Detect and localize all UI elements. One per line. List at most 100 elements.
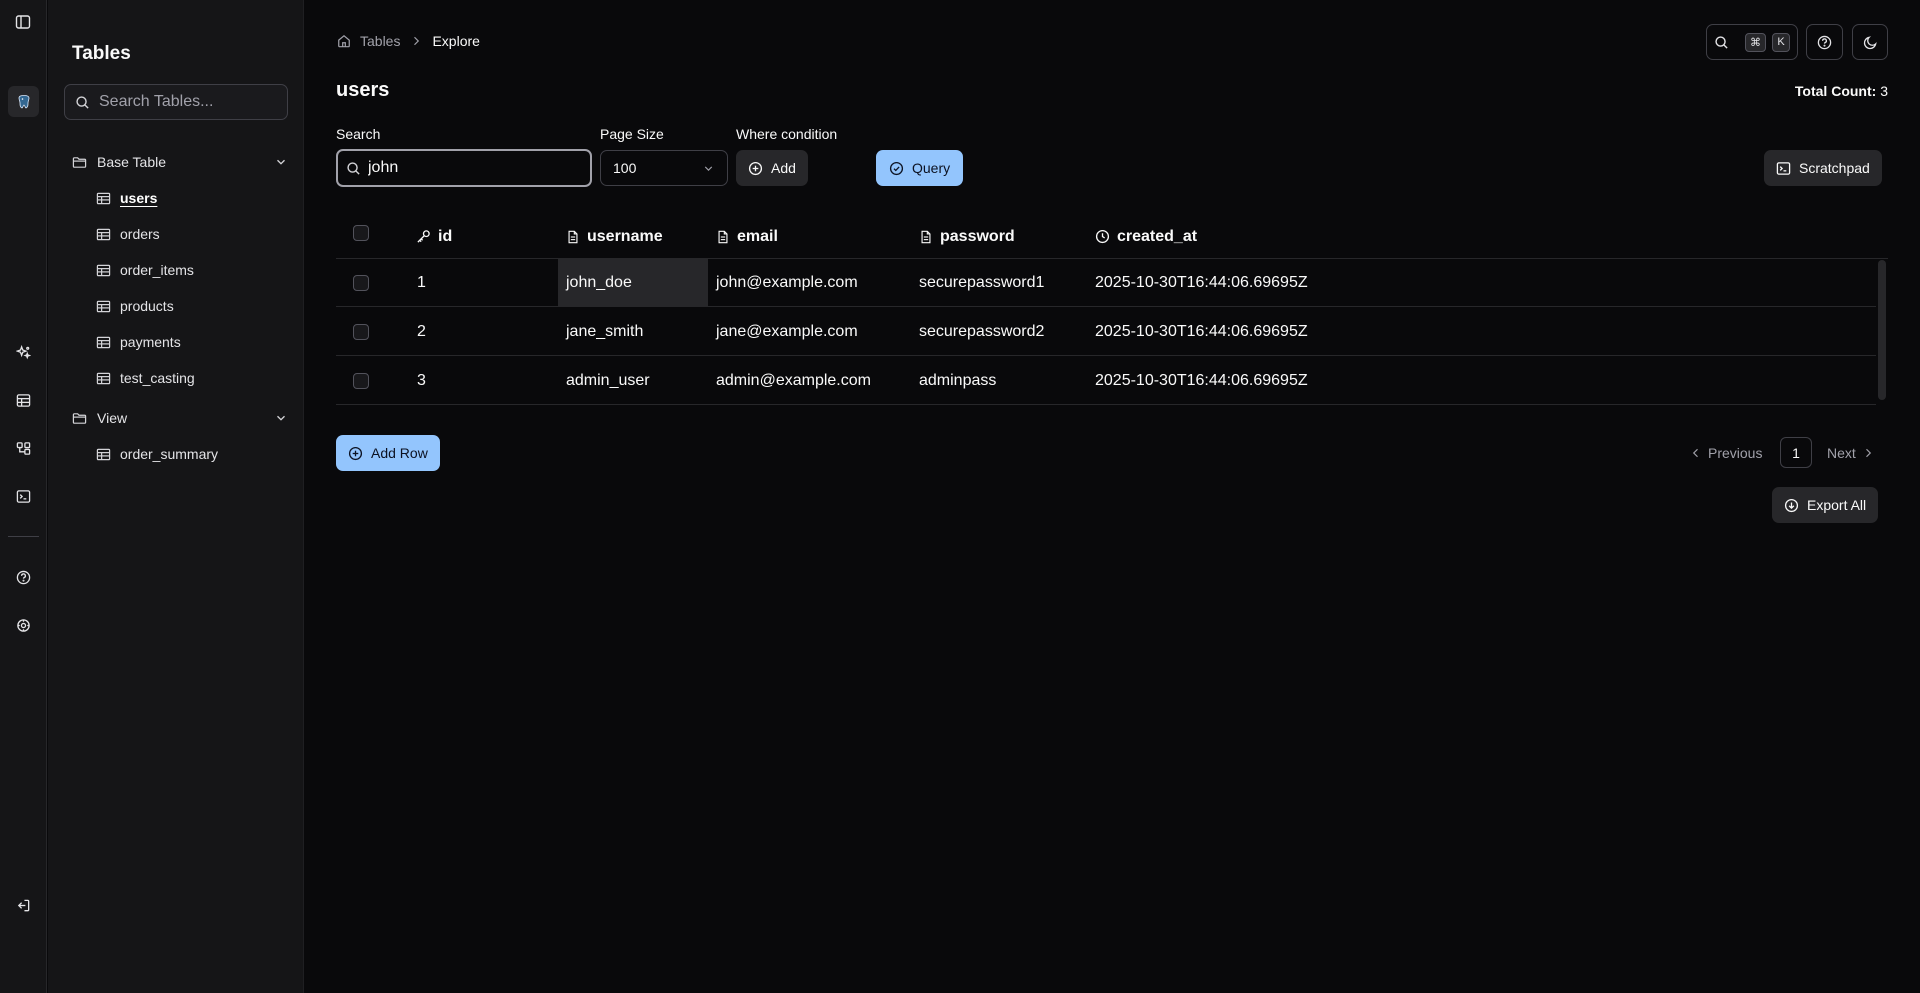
schema-icon[interactable] bbox=[12, 437, 34, 459]
breadcrumb-tables[interactable]: Tables bbox=[360, 33, 400, 49]
next-page-button[interactable]: Next bbox=[1827, 437, 1874, 469]
database-icon[interactable] bbox=[8, 86, 39, 117]
table-header: id username email password created_at bbox=[336, 214, 1888, 259]
cell-password[interactable]: adminpass bbox=[919, 357, 996, 405]
column-header-created-at[interactable]: created_at bbox=[1095, 214, 1197, 259]
sidebar-item-products[interactable]: products bbox=[96, 294, 174, 318]
column-header-password[interactable]: password bbox=[919, 214, 1015, 259]
scratchpad-button[interactable]: Scratchpad bbox=[1764, 150, 1882, 186]
help-icon[interactable] bbox=[12, 566, 34, 588]
sidebar-item-label: payments bbox=[120, 334, 181, 350]
home-icon[interactable] bbox=[337, 34, 351, 48]
kbd-k: K bbox=[1772, 32, 1790, 52]
column-header-label: id bbox=[438, 227, 453, 245]
cell-email[interactable]: john@example.com bbox=[716, 259, 858, 307]
group-base-table[interactable]: Base Table bbox=[72, 150, 288, 174]
sidebar-item-test-casting[interactable]: test_casting bbox=[96, 366, 195, 390]
icon-rail bbox=[0, 0, 47, 993]
column-header-email[interactable]: email bbox=[716, 214, 778, 259]
add-row-button[interactable]: Add Row bbox=[336, 435, 440, 471]
plus-circle-icon bbox=[748, 161, 763, 176]
table-row[interactable]: 2 jane_smith jane@example.com securepass… bbox=[336, 308, 1876, 356]
sidebar-item-order-items[interactable]: order_items bbox=[96, 258, 194, 282]
help-icon bbox=[1817, 35, 1832, 50]
text-file-icon bbox=[716, 230, 730, 244]
cell-password[interactable]: securepassword1 bbox=[919, 259, 1044, 307]
chevron-right-icon bbox=[410, 35, 422, 47]
add-condition-label: Add bbox=[771, 160, 796, 176]
cell-username[interactable]: admin_user bbox=[566, 357, 650, 405]
folder-icon bbox=[72, 411, 87, 426]
group-view[interactable]: View bbox=[72, 406, 288, 430]
cell-username[interactable]: jane_smith bbox=[566, 308, 643, 356]
column-header-id[interactable]: id bbox=[416, 214, 452, 259]
check-circle-icon bbox=[889, 161, 904, 176]
table-icon bbox=[96, 447, 111, 462]
total-count: Total Count: 3 bbox=[1795, 83, 1888, 99]
select-all-checkbox[interactable] bbox=[353, 225, 369, 241]
cell-password[interactable]: securepassword2 bbox=[919, 308, 1044, 356]
kbd-cmd: ⌘ bbox=[1745, 32, 1766, 52]
chevron-down-icon[interactable] bbox=[274, 155, 288, 169]
add-row-label: Add Row bbox=[371, 445, 428, 461]
help-button[interactable] bbox=[1806, 24, 1843, 60]
row-checkbox[interactable] bbox=[353, 275, 369, 291]
cell-created-at[interactable]: 2025-10-30T16:44:06.69695Z bbox=[1095, 308, 1308, 356]
cell-created-at[interactable]: 2025-10-30T16:44:06.69695Z bbox=[1095, 357, 1308, 405]
table-icon bbox=[96, 191, 111, 206]
cell-email[interactable]: admin@example.com bbox=[716, 357, 871, 405]
row-search-input[interactable] bbox=[368, 159, 568, 177]
folder-icon bbox=[72, 155, 87, 170]
cell-id[interactable]: 1 bbox=[417, 259, 426, 307]
page-title: users bbox=[336, 79, 390, 101]
terminal-icon[interactable] bbox=[12, 485, 34, 507]
sidebar-item-order-summary[interactable]: order_summary bbox=[96, 442, 218, 466]
breadcrumb-explore: Explore bbox=[432, 33, 480, 49]
total-count-value: 3 bbox=[1880, 83, 1888, 99]
logout-icon[interactable] bbox=[12, 894, 34, 916]
column-header-label: password bbox=[940, 227, 1015, 245]
search-icon bbox=[346, 161, 361, 176]
row-search-field[interactable] bbox=[336, 149, 592, 187]
table-icon[interactable] bbox=[12, 389, 34, 411]
table-row[interactable]: 3 admin_user admin@example.com adminpass… bbox=[336, 357, 1876, 405]
group-label: Base Table bbox=[97, 154, 167, 170]
table-scrollbar[interactable] bbox=[1878, 260, 1886, 400]
chevron-down-icon[interactable] bbox=[274, 411, 288, 425]
sidebar-item-payments[interactable]: payments bbox=[96, 330, 181, 354]
export-all-button[interactable]: Export All bbox=[1772, 487, 1879, 523]
cell-id[interactable]: 3 bbox=[417, 357, 426, 405]
cell-created-at[interactable]: 2025-10-30T16:44:06.69695Z bbox=[1095, 259, 1308, 307]
chevron-left-icon bbox=[1690, 447, 1702, 459]
row-checkbox[interactable] bbox=[353, 324, 369, 340]
cell-id[interactable]: 2 bbox=[417, 308, 426, 356]
cell-username[interactable]: john_doe bbox=[558, 259, 708, 307]
table-icon bbox=[96, 335, 111, 350]
table-search-input[interactable] bbox=[99, 93, 279, 111]
chevron-down-icon bbox=[702, 162, 715, 175]
previous-page-button[interactable]: Previous bbox=[1690, 437, 1762, 469]
command-search-button[interactable]: ⌘ K bbox=[1706, 24, 1798, 60]
theme-toggle-button[interactable] bbox=[1852, 24, 1888, 60]
current-page[interactable]: 1 bbox=[1780, 437, 1812, 468]
column-header-username[interactable]: username bbox=[566, 214, 663, 259]
settings-icon[interactable] bbox=[12, 614, 34, 636]
query-button[interactable]: Query bbox=[876, 150, 964, 186]
page-size-label: Page Size bbox=[600, 126, 664, 142]
ai-sparkle-icon[interactable] bbox=[12, 341, 34, 363]
table-search-field[interactable] bbox=[64, 84, 288, 120]
sidebar-item-orders[interactable]: orders bbox=[96, 222, 160, 246]
chevron-right-icon bbox=[1862, 447, 1874, 459]
terminal-icon bbox=[1776, 161, 1791, 176]
page-size-select[interactable]: 100 bbox=[600, 150, 728, 186]
table-icon bbox=[96, 299, 111, 314]
moon-icon bbox=[1863, 35, 1878, 50]
cell-email[interactable]: jane@example.com bbox=[716, 308, 858, 356]
panel-toggle-icon[interactable] bbox=[12, 11, 34, 33]
add-condition-button[interactable]: Add bbox=[736, 150, 808, 186]
row-checkbox[interactable] bbox=[353, 373, 369, 389]
sidebar-item-users[interactable]: users bbox=[96, 186, 157, 210]
table-icon bbox=[96, 263, 111, 278]
table-row[interactable]: 1 john_doe john@example.com securepasswo… bbox=[336, 259, 1876, 307]
download-circle-icon bbox=[1784, 498, 1799, 513]
